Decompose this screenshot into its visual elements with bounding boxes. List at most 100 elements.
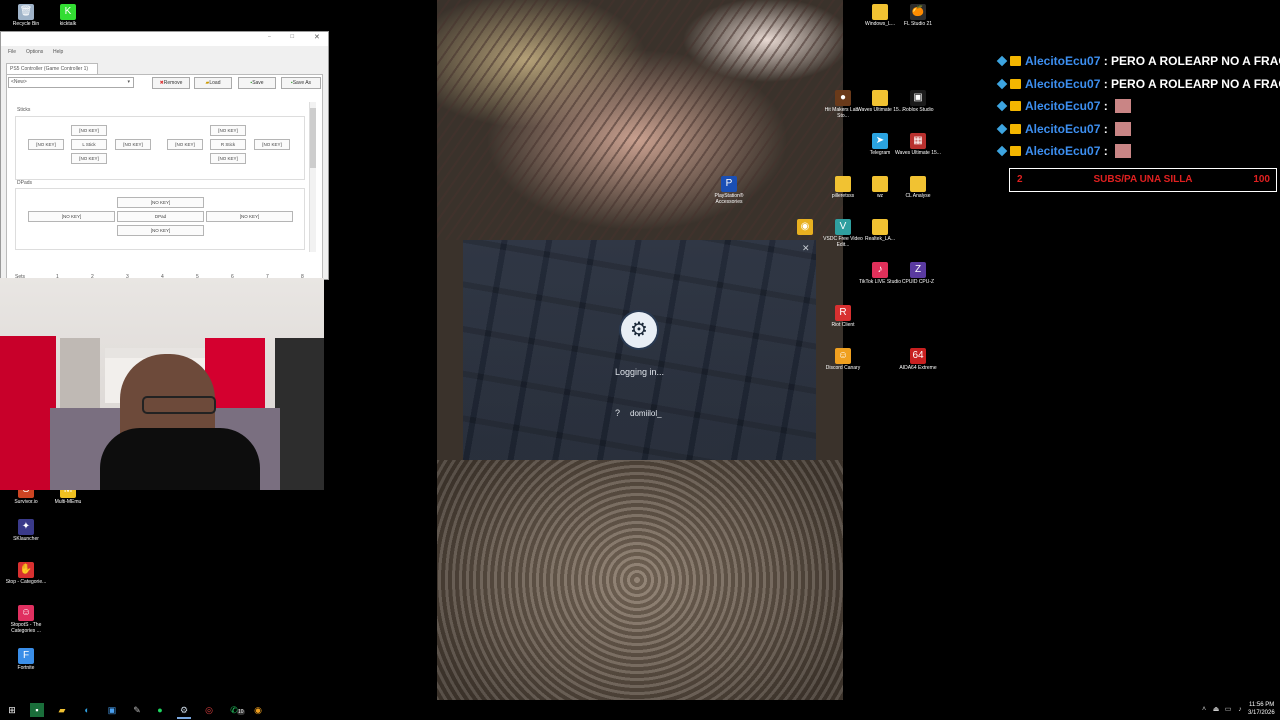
steam-login-dialog: ✕ ⚙ Logging in... ? domiilol_ xyxy=(463,240,816,460)
lstick-button[interactable]: L Stick xyxy=(71,139,107,150)
recorder-icon[interactable]: ◎ xyxy=(202,703,216,717)
diamond-badge-icon xyxy=(996,55,1008,67)
tiktok-live-icon: ♪ xyxy=(872,262,888,278)
fl-studio-icon: 🍊 xyxy=(910,4,926,20)
wz-folder-icon xyxy=(872,176,888,192)
cl-analyse-folder-shortcut[interactable]: CL Analyse xyxy=(895,176,941,199)
dpads-label: DPads xyxy=(17,180,33,186)
waves-ultimate-shortcut[interactable]: ▦ Waves Ultimate 15... xyxy=(895,133,941,156)
menu-file[interactable]: File xyxy=(8,49,16,55)
rstick-down-key[interactable]: [NO KEY] xyxy=(210,153,246,164)
menu-help[interactable]: Help xyxy=(53,49,63,55)
kicktalk-icon: K xyxy=(60,4,76,20)
realtek-folder-shortcut[interactable]: Realtek_LA... xyxy=(857,219,903,242)
sklauncher-shortcut[interactable]: ✦ SKlauncher xyxy=(3,519,49,542)
steam-background-tiles xyxy=(463,240,816,460)
windows-folder-icon xyxy=(872,4,888,20)
spotify-icon[interactable]: ● xyxy=(153,703,167,717)
chat-username[interactable]: AlecitoEcu07 xyxy=(1025,144,1100,158)
fl-studio-shortcut[interactable]: 🍊 FL Studio 21 xyxy=(895,4,941,27)
clock-time[interactable]: 11:56 PM xyxy=(1249,702,1274,708)
logging-in-text: Logging in... xyxy=(614,367,665,377)
dpad-button[interactable]: DPad xyxy=(117,211,204,222)
minimize-icon[interactable]: – xyxy=(268,34,271,40)
pen-icon[interactable]: ✎ xyxy=(130,703,144,717)
rstick-up-key[interactable]: [NO KEY] xyxy=(210,125,246,136)
person-shirt xyxy=(100,428,260,490)
lstick-up-key[interactable]: [NO KEY] xyxy=(71,125,107,136)
store-icon[interactable]: ▣ xyxy=(105,703,119,717)
scrollbar[interactable] xyxy=(309,102,316,252)
emote-icon xyxy=(1115,99,1132,113)
load-button[interactable]: ▰Load xyxy=(194,77,232,89)
dpad-right-key[interactable]: [NO KEY] xyxy=(206,211,293,222)
scrollbar-thumb[interactable] xyxy=(310,108,316,168)
chrome-icon: ◉ xyxy=(797,219,813,235)
emote-icon xyxy=(1115,144,1132,158)
emote-icon xyxy=(1115,121,1132,136)
realtek-folder-icon xyxy=(872,219,888,235)
playstation-accessories-shortcut[interactable]: P PlayStation® Accessories xyxy=(706,176,752,205)
shortcut-label: Stop - Categorie... xyxy=(5,579,47,585)
chat-username[interactable]: AlecitoEcu07 xyxy=(1025,99,1100,113)
stop-categories-shortcut[interactable]: ✋ Stop - Categorie... xyxy=(3,562,49,585)
chrome-taskbar-icon[interactable]: ◉ xyxy=(251,703,265,717)
edge-icon[interactable]: ◐ xyxy=(80,703,94,717)
account-name: domiilol_ xyxy=(630,409,662,418)
maximize-icon[interactable]: ☐ xyxy=(290,34,294,40)
window-dark xyxy=(275,338,324,490)
webcam-feed xyxy=(0,278,324,490)
close-icon[interactable]: ✕ xyxy=(802,243,810,254)
chat-username[interactable]: AlecitoEcu07 xyxy=(1025,122,1100,136)
menu-options[interactable]: Options xyxy=(26,49,43,55)
shortcut-label: PlayStation® Accessories xyxy=(714,193,744,205)
shortcut-label: Fortnite xyxy=(17,665,35,671)
stopots-icon: ☺ xyxy=(18,605,34,621)
chat-username[interactable]: AlecitoEcu07 xyxy=(1025,54,1100,68)
rstick-button[interactable]: R Stick xyxy=(210,139,246,150)
save-as-button[interactable]: ▪Save As xyxy=(281,77,321,89)
glasses xyxy=(142,396,216,414)
user-avatar-icon: ? xyxy=(615,408,621,418)
shortcut-label: CL Analyse xyxy=(905,193,931,199)
stopots-shortcut[interactable]: ☺ StopotS - The Categories ... xyxy=(3,605,49,634)
cpuid-shortcut[interactable]: Z CPUID CPU-Z xyxy=(895,262,941,285)
dpad-left-key[interactable]: [NO KEY] xyxy=(28,211,115,222)
terminal-icon[interactable]: ▪ xyxy=(30,703,44,717)
close-icon[interactable]: ✕ xyxy=(314,33,320,41)
kicktalk-shortcut[interactable]: Kkicktalk xyxy=(45,4,91,27)
chat-message: AlecitoEcu07 : xyxy=(996,121,1132,138)
profile-select[interactable]: <New> ▾ xyxy=(8,77,134,88)
roblox-studio-shortcut[interactable]: ▣ Roblox Studio xyxy=(895,90,941,113)
lstick-left-key[interactable]: [NO KEY] xyxy=(28,139,64,150)
riot-client-shortcut[interactable]: R Riot Client xyxy=(820,305,866,328)
chat-username[interactable]: AlecitoEcu07 xyxy=(1025,77,1100,91)
taskbar: ⊞ ▪ ▰ ◐ ▣ ✎ ● ⚙ ◎ ✆ 10 ◉ ˄ ⏏ ▭ ♪ 11:56 P… xyxy=(0,700,1280,720)
recycle-bin-shortcut[interactable]: 🗑 Recycle Bin xyxy=(3,4,49,27)
rstick-left-key[interactable]: [NO KEY] xyxy=(167,139,203,150)
sklauncher-icon: ✦ xyxy=(18,519,34,535)
discord-canary-shortcut[interactable]: ☺ Discord Canary xyxy=(820,348,866,371)
lstick-down-key[interactable]: [NO KEY] xyxy=(71,153,107,164)
dpad-up-key[interactable]: [NO KEY] xyxy=(117,197,204,208)
shortcut-label: Survivor.io xyxy=(14,499,38,505)
steam-taskbar-icon[interactable]: ⚙ xyxy=(177,703,191,719)
dpad-down-key[interactable]: [NO KEY] xyxy=(117,225,204,236)
remove-button[interactable]: ✖Remove xyxy=(152,77,190,89)
lstick-right-key[interactable]: [NO KEY] xyxy=(115,139,151,150)
roblox-studio-icon: ▣ xyxy=(910,90,926,106)
steam-logo-icon: ⚙ xyxy=(621,312,657,348)
cl-analyse-folder-icon xyxy=(910,176,926,192)
aida64-shortcut[interactable]: 64 AIDA64 Extreme xyxy=(895,348,941,371)
sub-goal-bar: 2 SUBS/PA UNA SILLA 100 xyxy=(1009,168,1277,192)
goal-label: SUBS/PA UNA SILLA xyxy=(1093,174,1193,185)
start-icon[interactable]: ⊞ xyxy=(5,703,19,717)
file-explorer-icon[interactable]: ▰ xyxy=(55,703,69,717)
save-button[interactable]: ▪Save xyxy=(238,77,276,89)
rstick-right-key[interactable]: [NO KEY] xyxy=(254,139,290,150)
telegram-icon: ➤ xyxy=(872,133,888,149)
clock-date[interactable]: 3/17/2026 xyxy=(1248,710,1275,716)
profile-tab[interactable]: PS5 Controller (Game Controller 1) xyxy=(6,63,98,74)
volume-icon[interactable]: ♪ xyxy=(1233,703,1247,717)
fortnite-shortcut[interactable]: F Fortnite xyxy=(3,648,49,671)
